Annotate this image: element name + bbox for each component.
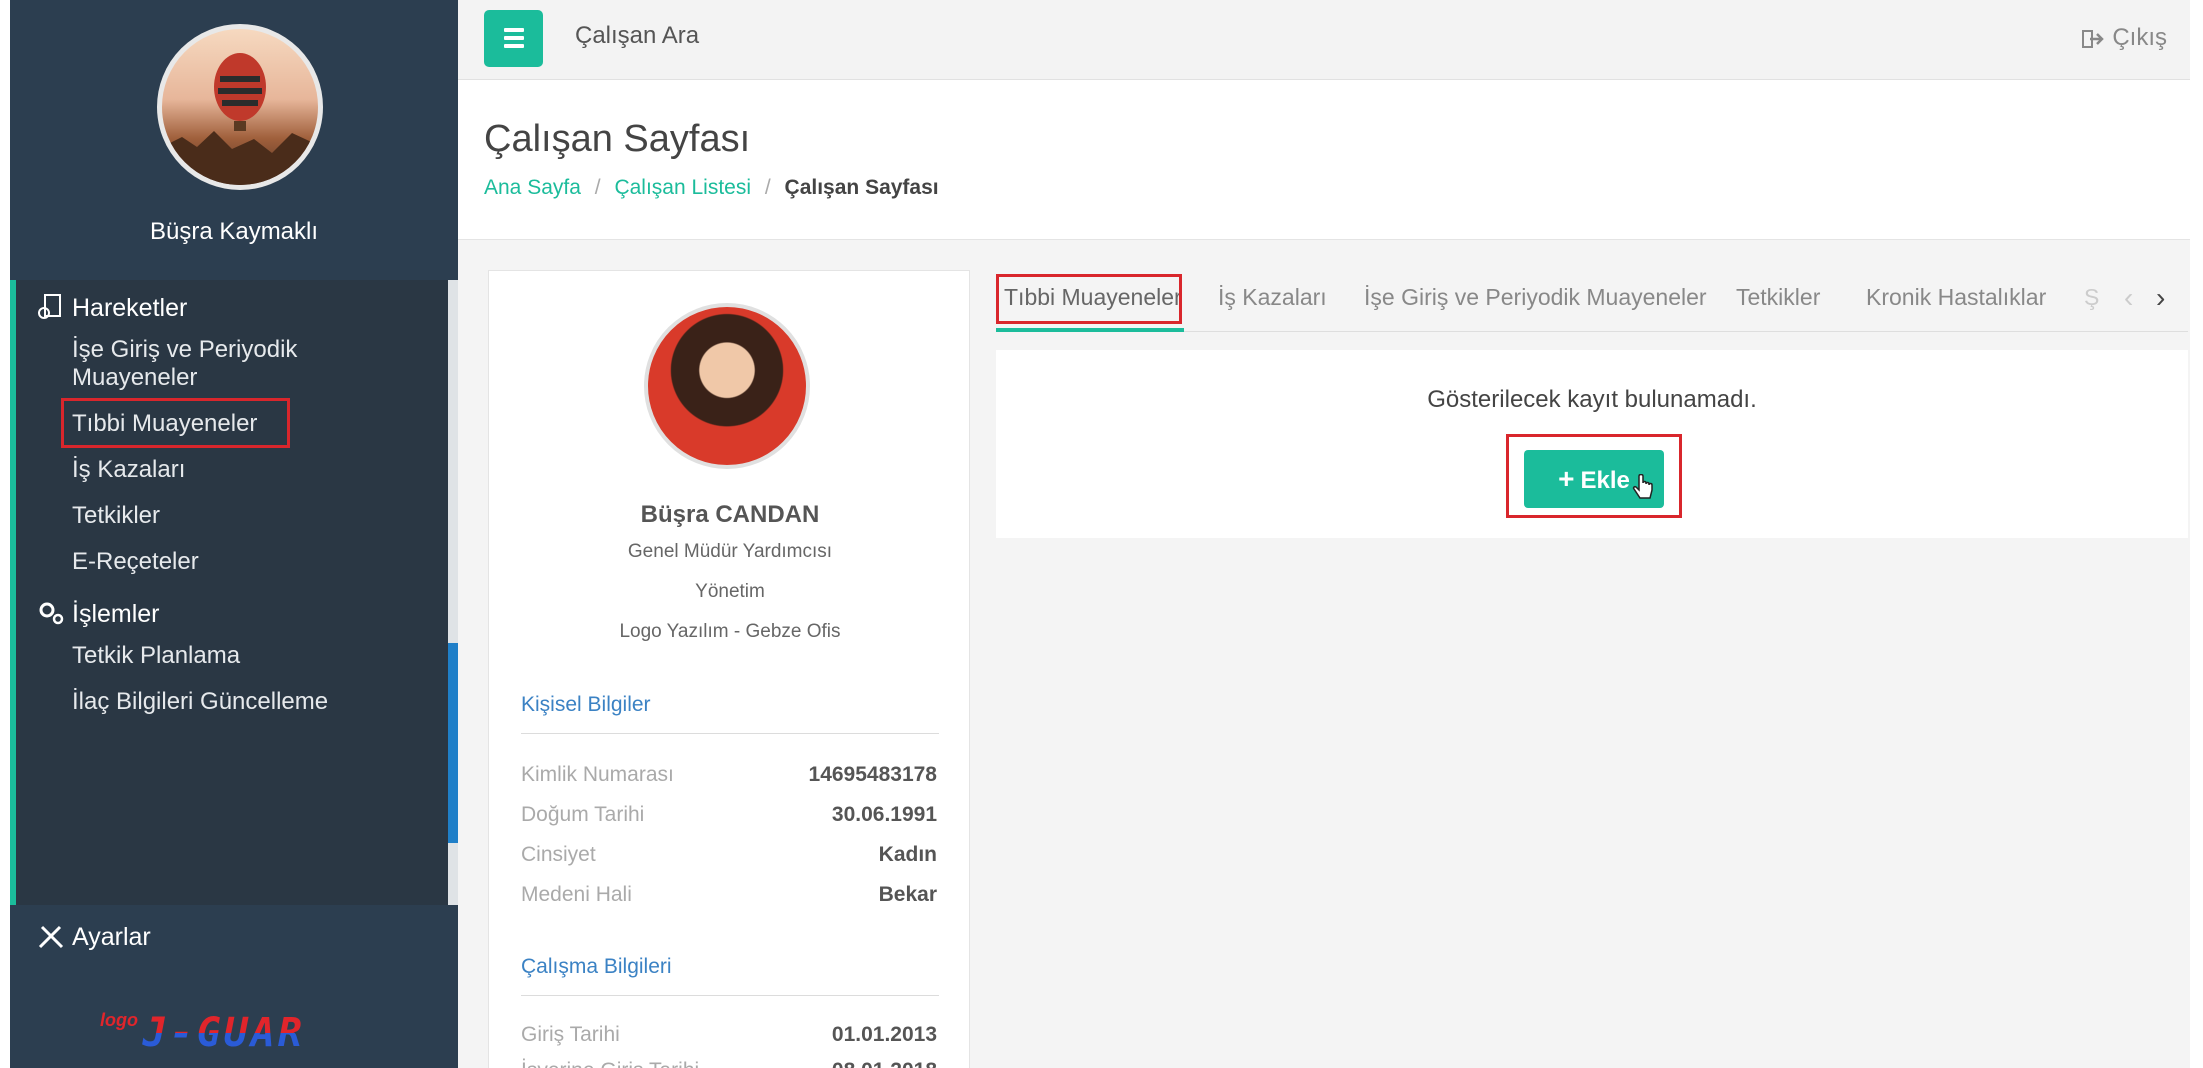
gears-icon bbox=[39, 602, 64, 625]
sidebar-section-ayarlar[interactable]: Ayarlar bbox=[72, 923, 151, 952]
highlight-sidebar-tibbi bbox=[61, 398, 290, 448]
sidebar-item-tetkik-planlama[interactable]: Tetkik Planlama bbox=[72, 636, 240, 676]
info-value-gender: Kadın bbox=[878, 843, 937, 866]
info-value-birthdate: 30.06.1991 bbox=[831, 803, 937, 826]
info-label-workplace-date: İşyerine Giriş Tarihi bbox=[521, 1059, 699, 1068]
tab-tetkikler[interactable]: Tetkikler bbox=[1736, 284, 1820, 311]
breadcrumb-separator: / bbox=[764, 176, 771, 199]
tools-icon bbox=[38, 925, 64, 949]
breadcrumb-employee-list[interactable]: Çalışan Listesi bbox=[614, 176, 751, 199]
page-header: Çalışan Sayfası Ana Sayfa / Çalışan List… bbox=[458, 80, 2203, 240]
tab-kronik-hastaliklar[interactable]: Kronik Hastalıklar bbox=[1866, 284, 2046, 311]
record-tabs: Tıbbi Muayeneler İş Kazaları İşe Giriş v… bbox=[996, 270, 2188, 332]
info-value-marital: Bekar bbox=[878, 883, 937, 906]
sidebar-item-ilac-bilgileri[interactable]: İlaç Bilgileri Güncelleme bbox=[72, 682, 328, 722]
tab-active-underline bbox=[996, 328, 1184, 332]
records-panel: Gösterilecek kayıt bulunamadı. + Ekle bbox=[996, 350, 2188, 538]
document-icon bbox=[38, 294, 61, 319]
sidebar-section-hareketler[interactable]: Hareketler bbox=[72, 294, 187, 323]
empty-state-message: Gösterilecek kayıt bulunamadı. bbox=[1427, 386, 1757, 413]
employee-name: Büşra CANDAN bbox=[640, 501, 820, 528]
hamburger-icon-line bbox=[504, 44, 524, 48]
menu-active-accent bbox=[10, 280, 16, 905]
info-label-marital: Medeni Hali bbox=[521, 883, 632, 906]
breadcrumb-current: Çalışan Sayfası bbox=[784, 176, 939, 199]
top-bar: Çalışan Ara Çıkış bbox=[458, 0, 2203, 80]
info-value-workplace-date: 08.01.2018 bbox=[832, 1059, 937, 1068]
employee-avatar bbox=[644, 303, 810, 469]
logout-button[interactable]: Çıkış bbox=[2082, 24, 2167, 52]
employee-location: Logo Yazılım - Gebze Ofis bbox=[619, 621, 841, 642]
sidebar-item-e-receteler[interactable]: E-Reçeteler bbox=[72, 542, 199, 582]
info-label-start-date: Giriş Tarihi bbox=[521, 1023, 620, 1046]
info-label-gender: Cinsiyet bbox=[521, 843, 596, 866]
breadcrumb: Ana Sayfa / Çalışan Listesi / Çalışan Sa… bbox=[484, 176, 939, 200]
employee-profile-card: Büşra CANDAN Genel Müdür Yardımcısı Yöne… bbox=[488, 270, 970, 1068]
sidebar-edge bbox=[0, 0, 10, 1068]
tab-ise-giris-periyodik[interactable]: İşe Giriş ve Periyodik Muayeneler bbox=[1364, 284, 1707, 311]
highlight-tab-tibbi bbox=[996, 274, 1182, 324]
page-title: Çalışan Sayfası bbox=[484, 118, 751, 160]
sidebar-profile: Büşra Kaymaklı bbox=[10, 0, 458, 280]
menu-toggle-button[interactable] bbox=[484, 10, 543, 67]
sidebar-item-ise-giris-cont[interactable]: Muayeneler bbox=[72, 358, 197, 398]
sidebar-item-tetkikler[interactable]: Tetkikler bbox=[72, 496, 160, 536]
balloon-image bbox=[162, 53, 318, 185]
hamburger-icon-line bbox=[504, 28, 524, 32]
info-value-tc: 14695483178 bbox=[808, 763, 937, 786]
tabs-prev-arrow-icon[interactable]: ‹ bbox=[2124, 282, 2133, 314]
info-value-start-date: 01.01.2013 bbox=[831, 1023, 937, 1046]
user-avatar[interactable] bbox=[157, 24, 323, 190]
info-label-tc: Kimlik Numarası bbox=[521, 763, 674, 786]
brand-logo-small: logo bbox=[100, 1010, 138, 1030]
sidebar: Büşra Kaymaklı Hareketler İşe Giriş ve P… bbox=[0, 0, 458, 1068]
hand-cursor-icon bbox=[1632, 474, 1653, 499]
brand-logo: logo J-GUAR bbox=[100, 1010, 305, 1056]
work-info-title: Çalışma Bilgileri bbox=[521, 955, 672, 978]
employee-search-link[interactable]: Çalışan Ara bbox=[575, 22, 699, 50]
brand-logo-big: J-GUAR bbox=[142, 1010, 305, 1056]
hamburger-icon-line bbox=[504, 36, 524, 40]
breadcrumb-home[interactable]: Ana Sayfa bbox=[484, 176, 581, 199]
section-divider bbox=[521, 733, 939, 734]
page-right-edge bbox=[2190, 0, 2203, 1068]
logout-icon bbox=[2082, 29, 2105, 48]
user-name: Büşra Kaymaklı bbox=[149, 218, 319, 245]
personal-info-title: Kişisel Bilgiler bbox=[521, 693, 651, 716]
logout-label: Çıkış bbox=[2112, 24, 2167, 51]
tab-is-kazalari[interactable]: İş Kazaları bbox=[1218, 284, 1327, 311]
tab-overflow[interactable]: Ş bbox=[2084, 284, 2099, 311]
sidebar-item-is-kazalari[interactable]: İş Kazaları bbox=[72, 450, 185, 490]
tabs-next-arrow-icon[interactable]: › bbox=[2156, 282, 2165, 314]
sidebar-menu: Hareketler İşe Giriş ve Periyodik Muayen… bbox=[10, 280, 458, 905]
section-divider bbox=[521, 995, 939, 996]
employee-title: Genel Müdür Yardımcısı bbox=[627, 541, 833, 562]
info-label-birthdate: Doğum Tarihi bbox=[521, 803, 645, 826]
sidebar-section-islemler[interactable]: İşlemler bbox=[72, 600, 160, 629]
breadcrumb-separator: / bbox=[594, 176, 601, 199]
sidebar-scroll-thumb[interactable] bbox=[448, 643, 458, 843]
highlight-add-button bbox=[1506, 434, 1682, 518]
employee-department: Yönetim bbox=[695, 581, 765, 602]
